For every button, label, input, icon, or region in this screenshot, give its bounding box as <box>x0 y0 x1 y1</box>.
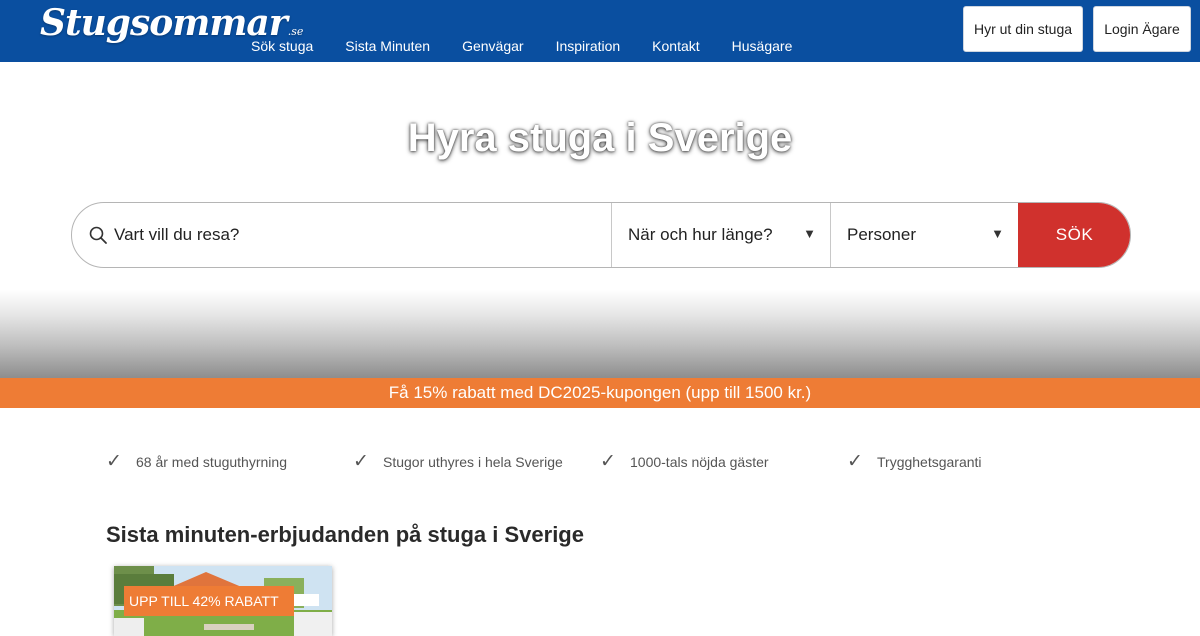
discount-badge: UPP TILL 42% RABATT <box>124 586 294 616</box>
search-bar: Vart vill du resa? När och hur länge? ▼ … <box>71 202 1131 268</box>
feature-text: Stugor uthyres i hela Sverige <box>383 454 563 470</box>
check-icon: ✓ <box>353 451 369 472</box>
nav-kontakt[interactable]: Kontakt <box>636 37 715 55</box>
persons-dropdown[interactable]: Personer ▼ <box>830 203 1018 267</box>
destination-placeholder: Vart vill du resa? <box>114 225 240 244</box>
feature-text: 1000-tals nöjda gäster <box>630 454 769 470</box>
main-nav: Sök stuga Sista Minuten Genvägar Inspira… <box>235 37 808 55</box>
nav-sista-minuten[interactable]: Sista Minuten <box>329 37 446 55</box>
nav-sok-stuga[interactable]: Sök stuga <box>235 37 329 55</box>
nav-inspiration[interactable]: Inspiration <box>540 37 637 55</box>
triangle-down-icon: ▼ <box>803 226 816 241</box>
features-list: ✓ 68 år med stuguthyrning ✓ Stugor uthyr… <box>106 450 1106 474</box>
triangle-down-icon: ▼ <box>991 226 1004 241</box>
dates-dropdown[interactable]: När och hur länge? ▼ <box>611 203 830 267</box>
search-button[interactable]: SÖK <box>1018 203 1130 267</box>
promo-banner[interactable]: Få 15% rabatt med DC2025-kupongen (upp t… <box>0 378 1200 408</box>
rent-out-button[interactable]: Hyr ut din stuga <box>963 6 1083 52</box>
site-header: Stugsommar.se Sök stuga Sista Minuten Ge… <box>0 0 1200 62</box>
check-icon: ✓ <box>106 451 122 472</box>
dates-label: När och hur länge? <box>628 225 773 244</box>
last-minute-title: Sista minuten-erbjudanden på stuga i Sve… <box>106 522 584 547</box>
owner-login-button[interactable]: Login Ägare <box>1093 6 1191 52</box>
nav-genvagar[interactable]: Genvägar <box>446 37 539 55</box>
feature-text: Trygghetsgaranti <box>877 454 982 470</box>
hero-title: Hyra stuga i Sverige <box>407 116 793 160</box>
feature-text: 68 år med stuguthyrning <box>136 454 287 470</box>
persons-label: Personer <box>847 225 916 244</box>
check-icon: ✓ <box>600 451 616 472</box>
check-icon: ✓ <box>847 451 863 472</box>
search-icon <box>88 225 108 245</box>
destination-field[interactable]: Vart vill du resa? <box>72 203 611 267</box>
nav-husagare[interactable]: Husägare <box>716 37 809 55</box>
